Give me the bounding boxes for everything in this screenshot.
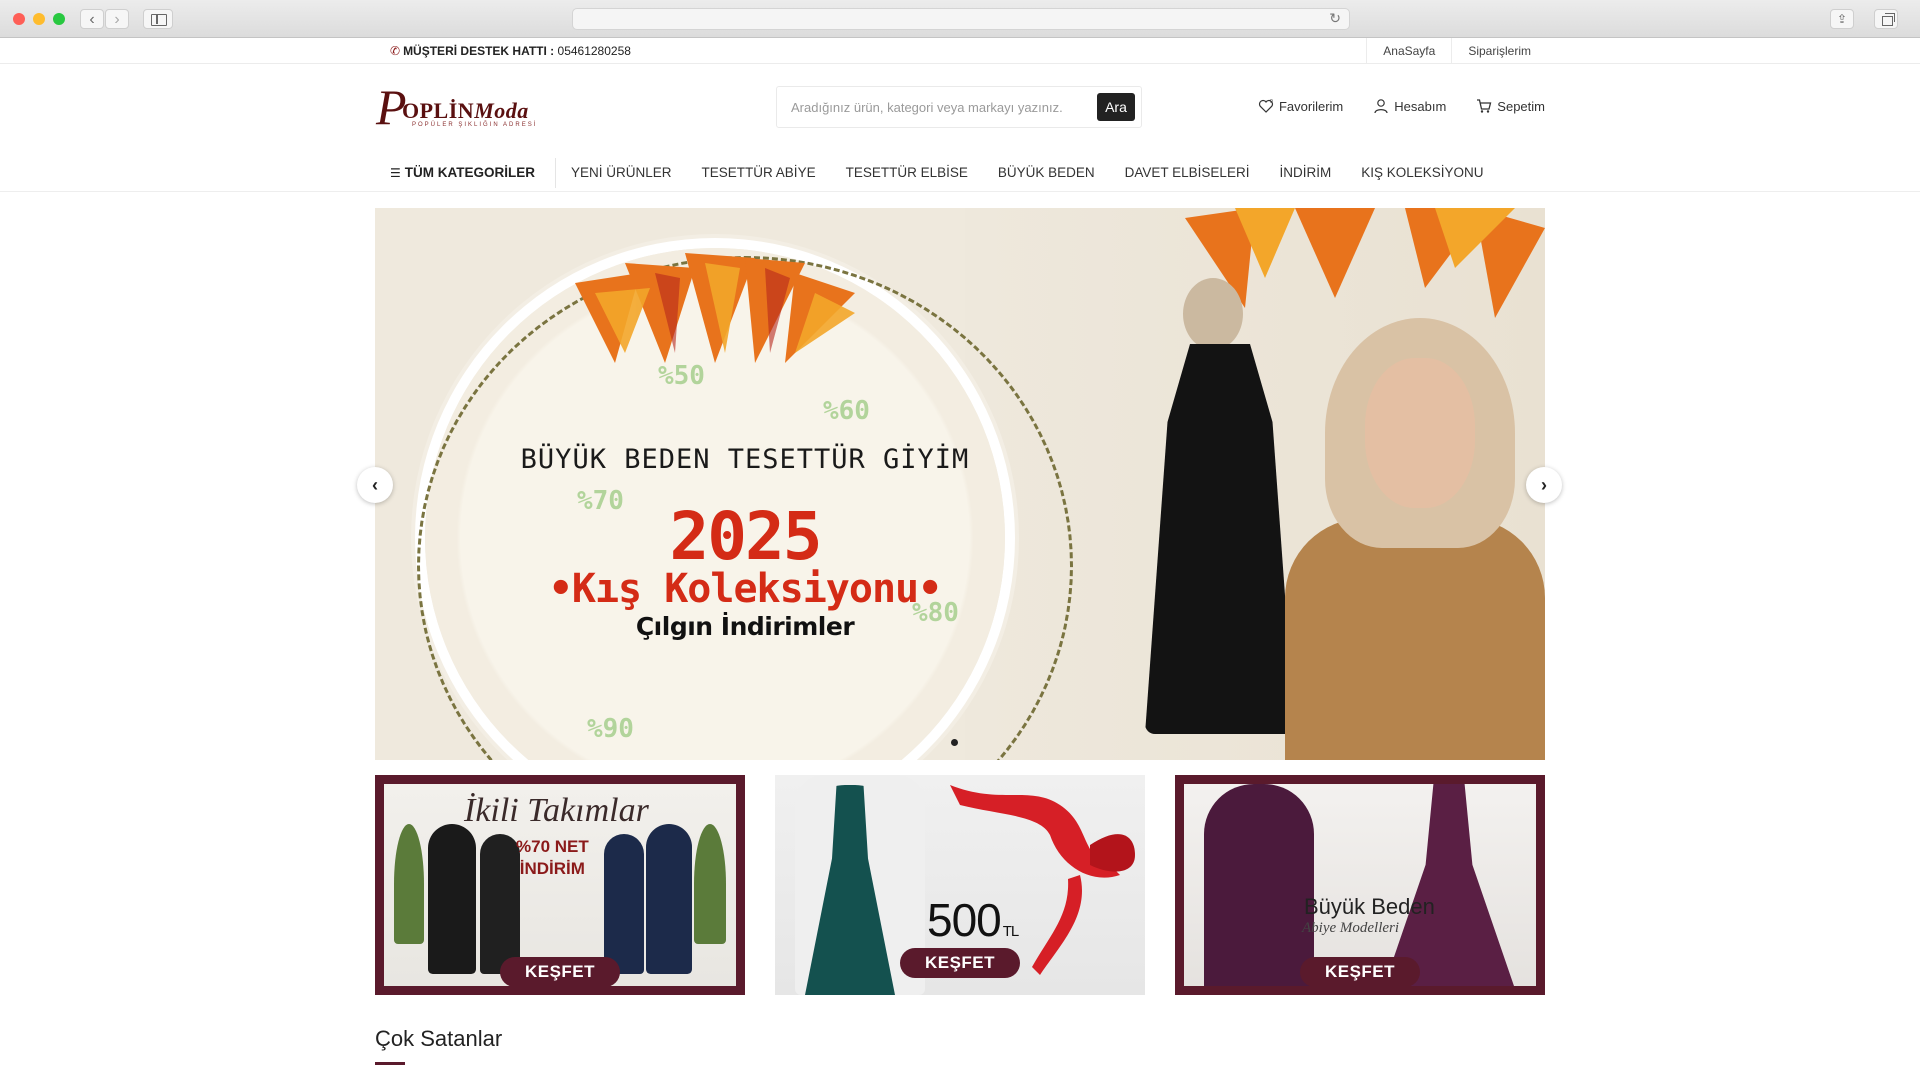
model-black-dress-image <box>1135 278 1305 748</box>
nav-davet-elbiseleri[interactable]: DAVET ELBİSELERİ <box>1110 158 1265 188</box>
promo-discount-line: İNDİRİM <box>519 859 585 878</box>
support-label: MÜŞTERİ DESTEK HATTI : <box>403 44 555 58</box>
favorites-label: Favorilerim <box>1278 98 1344 114</box>
close-window-button[interactable] <box>13 13 25 25</box>
user-icon <box>1374 99 1388 114</box>
top-links: AnaSayfa Siparişlerim <box>1366 38 1547 64</box>
model-figure <box>428 824 476 974</box>
promo-title: Büyük Beden <box>1304 894 1435 919</box>
cart-icon <box>1477 99 1492 113</box>
menu-icon: ☰ <box>390 166 401 180</box>
site-logo[interactable]: P OPLİNModa POPÜLER ŞIKLIĞIN ADRESİ <box>376 82 560 134</box>
search-box: Ara <box>776 86 1142 128</box>
account-link[interactable]: Hesabım <box>1373 98 1446 114</box>
discover-button[interactable]: KEŞFET <box>900 948 1020 978</box>
hero-year: 2025 <box>669 498 823 575</box>
category-nav: ☰ TÜM KATEGORİLER YENİ ÜRÜNLER TESETTÜR A… <box>376 158 1499 188</box>
phone-icon: ✆ <box>390 44 401 58</box>
account-label: Hesabım <box>1394 98 1447 114</box>
support-hotline: ✆ MÜŞTERİ DESTEK HATTI : 05461280258 <box>390 44 631 58</box>
forward-button[interactable]: › <box>105 9 129 29</box>
minimize-window-button[interactable] <box>33 13 45 25</box>
homepage-link[interactable]: AnaSayfa <box>1366 38 1451 64</box>
support-phone: 05461280258 <box>557 44 631 58</box>
cart-label: Sepetim <box>1497 98 1545 114</box>
logo-moda: Moda <box>474 98 529 123</box>
all-categories-menu[interactable]: ☰ TÜM KATEGORİLER <box>376 158 557 188</box>
autumn-leaves-image <box>575 253 855 363</box>
header-actions: 0 Favorilerim Hesabım Sepetim <box>1258 98 1545 114</box>
model-purple-dress-image <box>1384 784 1514 986</box>
model-figure <box>646 824 692 974</box>
reload-icon[interactable]: ↻ <box>1329 10 1341 27</box>
best-sellers-title: Çok Satanlar <box>375 1026 503 1051</box>
logo-word: OPLİN <box>402 98 475 123</box>
section-underline <box>375 1062 405 1065</box>
nav-tesettur-abiye[interactable]: TESETTÜR ABİYE <box>687 158 831 188</box>
nav-buyuk-beden[interactable]: BÜYÜK BEDEN <box>983 158 1110 188</box>
promo-script: Abiye Modelleri <box>1302 920 1400 936</box>
all-categories-label: TÜM KATEGORİLER <box>404 165 536 180</box>
browser-toolbar: ‹ › ↻ ⇪ <box>0 0 1920 38</box>
search-button[interactable]: Ara <box>1097 93 1135 121</box>
nav-indirim[interactable]: İNDİRİM <box>1264 158 1346 188</box>
model-plum-dress-image <box>1204 784 1314 986</box>
discover-button[interactable]: KEŞFET <box>1300 957 1420 987</box>
hero-collection: •Kış Koleksiyonu• <box>548 566 942 612</box>
address-bar[interactable]: ↻ <box>572 8 1350 30</box>
orders-link[interactable]: Siparişlerim <box>1451 38 1547 64</box>
favorites-link[interactable]: 0 Favorilerim <box>1258 98 1343 114</box>
nav-tesettur-elbise[interactable]: TESETTÜR ELBİSE <box>831 158 983 188</box>
carousel-dot[interactable] <box>951 739 958 746</box>
promo-discount-line: %70 NET <box>516 837 589 856</box>
back-button[interactable]: ‹ <box>80 9 104 29</box>
top-info-bar: ✆ MÜŞTERİ DESTEK HATTI : 05461280258 AnaS… <box>0 38 1920 64</box>
discover-button[interactable]: KEŞFET <box>500 957 620 987</box>
hero-title: BÜYÜK BEDEN TESETTÜR GİYİM <box>520 444 970 475</box>
promo-discount: %70 NET İNDİRİM <box>516 836 589 880</box>
hero-subtitle: Çılgın İndirimler <box>635 612 855 641</box>
share-icon[interactable]: ⇪ <box>1830 9 1854 29</box>
svg-text:0: 0 <box>1270 99 1273 105</box>
promo-price: 500 TL <box>927 894 1019 946</box>
discount-percent: %50 <box>658 361 705 391</box>
model-figure <box>604 834 644 974</box>
promo-tile-buyuk-beden[interactable]: Büyük Beden Abiye Modelleri KEŞFET <box>1175 775 1545 995</box>
promo-script-title: İkili Takımlar <box>464 792 649 829</box>
sidebar-toggle-icon[interactable] <box>143 9 173 29</box>
logo-tagline: POPÜLER ŞIKLIĞIN ADRESİ <box>412 122 538 128</box>
discount-percent: %60 <box>823 396 870 426</box>
carousel-next-button[interactable]: › <box>1526 467 1562 503</box>
promo-tile-ikili-takimlar[interactable]: İkili Takımlar %70 NET İNDİRİM KEŞFET <box>375 775 745 995</box>
plant-image <box>694 824 726 944</box>
plant-image <box>394 824 424 944</box>
cart-link[interactable]: Sepetim <box>1476 98 1545 114</box>
model-camel-dress-image <box>1285 318 1545 760</box>
tabs-overview-icon[interactable] <box>1874 9 1898 29</box>
promo-tile-500tl[interactable]: 500 TL KEŞFET <box>775 775 1145 995</box>
search-input[interactable] <box>791 87 1091 127</box>
discount-percent: %90 <box>587 714 634 744</box>
nav-kis-koleksiyonu[interactable]: KIŞ KOLEKSİYONU <box>1346 158 1498 188</box>
nav-new-products[interactable]: YENİ ÜRÜNLER <box>556 158 687 188</box>
heart-icon: 0 <box>1258 99 1274 113</box>
model-figure <box>480 834 520 974</box>
hero-banner[interactable]: %50 %60 %70 %80 %90 BÜYÜK BEDEN TESETTÜR… <box>375 208 1545 760</box>
nav-divider <box>0 191 1920 192</box>
maximize-window-button[interactable] <box>53 13 65 25</box>
promo-currency: TL <box>1002 923 1019 940</box>
carousel-prev-button[interactable]: ‹ <box>357 467 393 503</box>
